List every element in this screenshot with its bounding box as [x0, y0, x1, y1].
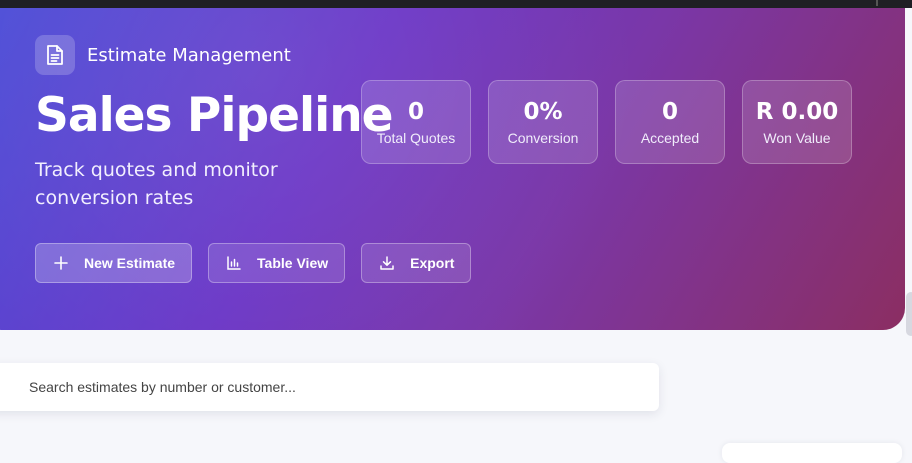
stat-value: 0: [661, 98, 678, 125]
content-card: [722, 443, 902, 463]
stat-card-total-quotes: 0 Total Quotes: [361, 80, 471, 164]
search-input[interactable]: [27, 378, 591, 396]
stat-card-conversion: 0% Conversion: [488, 80, 598, 164]
new-estimate-label: New Estimate: [84, 255, 176, 271]
stat-label: Accepted: [640, 129, 700, 146]
stat-card-won-value: R 0.00 Won Value: [742, 80, 852, 164]
stat-value: 0%: [523, 98, 563, 125]
stat-card-accepted: 0 Accepted: [615, 80, 725, 164]
edge-scroll-handle[interactable]: [906, 292, 912, 336]
page-title: Sales Pipeline: [35, 88, 394, 143]
section-label: Estimate Management: [87, 44, 291, 66]
page-subtitle: Track quotes and monitor conversion rate…: [35, 159, 278, 209]
stat-value: 0: [407, 98, 424, 125]
bar-chart-icon: [225, 254, 243, 272]
stat-label: Total Quotes: [376, 129, 456, 146]
window-top-bar: [0, 0, 912, 8]
export-label: Export: [410, 255, 455, 271]
search-bar: [0, 363, 659, 411]
table-view-label: Table View: [257, 255, 329, 271]
table-view-button[interactable]: Table View: [208, 243, 346, 283]
export-button[interactable]: Export: [361, 243, 472, 283]
top-bar-handle: [876, 0, 878, 6]
stats-group: 0 Total Quotes 0% Conversion 0 Accepted …: [361, 80, 852, 164]
header-actions: New Estimate Table View Export: [35, 243, 472, 283]
stat-label: Won Value: [763, 129, 831, 146]
stat-value: R 0.00: [755, 98, 839, 125]
pipeline-header-banner: Estimate Management Sales Pipeline Track…: [0, 8, 905, 330]
download-icon: [378, 254, 396, 272]
section-brand: Estimate Management: [35, 35, 291, 75]
stat-label: Conversion: [507, 129, 579, 146]
plus-icon: [52, 254, 70, 272]
new-estimate-button[interactable]: New Estimate: [35, 243, 193, 283]
document-icon: [35, 35, 75, 75]
